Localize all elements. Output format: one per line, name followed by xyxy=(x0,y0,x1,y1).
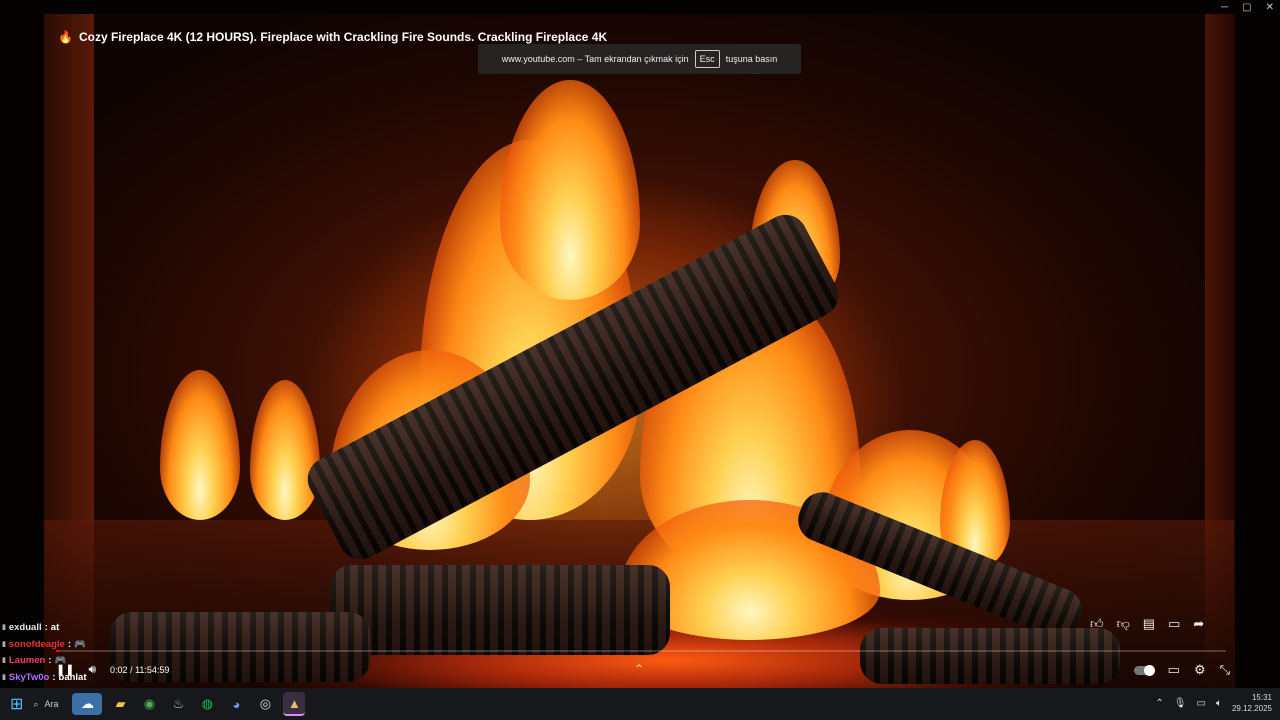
clock-date: 29.12.2025 xyxy=(1231,704,1272,713)
clock[interactable]: 15:31 29.12.2025 xyxy=(1232,692,1272,714)
video-player[interactable] xyxy=(0,0,1280,688)
chat-badge-icon: ▮ xyxy=(2,640,6,648)
widget-icon[interactable]: ☁ xyxy=(72,693,103,715)
esc-key-hint: Esc xyxy=(694,50,720,68)
file-explorer-icon[interactable]: ▰ xyxy=(109,693,131,715)
video-title[interactable]: Cozy Fireplace 4K (12 HOURS). Fireplace … xyxy=(79,30,607,44)
subtitles-icon[interactable]: ▭ xyxy=(1168,662,1180,678)
chat-message: ▮ exduall : at xyxy=(2,620,147,637)
autoplay-toggle[interactable] xyxy=(1133,664,1155,676)
minimize-button[interactable]: ─ xyxy=(1221,2,1228,13)
search-icon: ⌕ xyxy=(33,698,39,709)
share-icon[interactable]: ➦ xyxy=(1193,616,1204,632)
settings-icon[interactable]: ⚙ xyxy=(1194,662,1206,678)
network-icon[interactable]: ▭ xyxy=(1197,698,1206,709)
close-button[interactable]: ✕ xyxy=(1266,2,1274,13)
dislike-icon[interactable]: 👎︎ xyxy=(1117,616,1130,632)
volume-icon[interactable]: 🔊︎ xyxy=(88,662,96,677)
chrome-icon[interactable]: ◉ xyxy=(138,693,160,715)
system-tray: ⌃ 🎙︎ ▭ 🔈︎ 15:31 29.12.2025 xyxy=(1155,692,1272,714)
current-time: 0:02 xyxy=(110,664,128,675)
fullscreen-notice-suffix: tuşuna basın xyxy=(725,54,778,64)
chat-badge-icon: ▮ xyxy=(2,624,6,631)
chat-separator: : xyxy=(44,622,48,633)
discord-icon[interactable]: ◕ xyxy=(225,693,247,715)
time-display: 0:02 / 11:54:59 xyxy=(110,664,170,675)
taskbar-search[interactable]: ⌕ Ara xyxy=(33,699,58,710)
fullscreen-notice: www.youtube.com – Tam ekrandan çıkmak iç… xyxy=(478,44,801,74)
chat-icon[interactable]: ▭ xyxy=(1168,616,1180,632)
chat-username[interactable]: exduall xyxy=(9,620,42,637)
clock-time: 15:31 xyxy=(1251,693,1272,702)
chevron-up-tray-icon[interactable]: ⌃ xyxy=(1155,698,1163,709)
pause-icon[interactable]: ❚❚ xyxy=(56,663,74,676)
maximize-button[interactable]: ▢ xyxy=(1242,2,1251,13)
video-title-bar: 🔥 Cozy Fireplace 4K (12 HOURS). Fireplac… xyxy=(58,30,607,44)
progress-bar-fill xyxy=(56,650,60,652)
search-label: Ara xyxy=(44,699,59,709)
total-time: 11:54:59 xyxy=(135,664,170,675)
chevron-up-icon[interactable]: ⌃ xyxy=(634,662,644,676)
steam-icon[interactable]: ♨ xyxy=(167,693,189,715)
progress-bar[interactable] xyxy=(56,650,1226,652)
window-controls: ─ ▢ ✕ xyxy=(1221,2,1274,13)
obs-icon[interactable]: ◎ xyxy=(254,693,276,715)
speaker-icon[interactable]: 🔈︎ xyxy=(1216,698,1222,709)
reaction-bar: 👍︎ 👎︎ ▤ ▭ ➦ xyxy=(1090,616,1204,632)
active-app-icon[interactable]: ▲ xyxy=(283,692,306,716)
taskbar: ⊞ ⌕ Ara ☁ ▰ ◉ ♨ ◍ ◕ ◎ ▲ ⌃ 🎙︎ ▭ 🔈︎ 15:31 … xyxy=(0,688,1280,720)
log xyxy=(330,565,670,655)
chat-text: at xyxy=(50,622,60,633)
like-icon[interactable]: 👍︎ xyxy=(1090,616,1104,632)
fullscreen-notice-text: www.youtube.com – Tam ekrandan çıkmak iç… xyxy=(501,54,689,64)
windows-start-icon[interactable]: ⊞ xyxy=(10,694,23,714)
spotify-icon[interactable]: ◍ xyxy=(196,693,218,715)
comments-icon[interactable]: ▤ xyxy=(1143,616,1155,632)
exit-fullscreen-icon[interactable]: ⤡ xyxy=(1220,662,1230,678)
microphone-icon[interactable]: 🎙︎ xyxy=(1174,698,1187,709)
player-controls: ❚❚ 🔊︎ 0:02 / 11:54:59 ⌃ ▭ ⚙ ⤡ xyxy=(0,654,1280,686)
fire-icon: 🔥 xyxy=(58,30,73,44)
